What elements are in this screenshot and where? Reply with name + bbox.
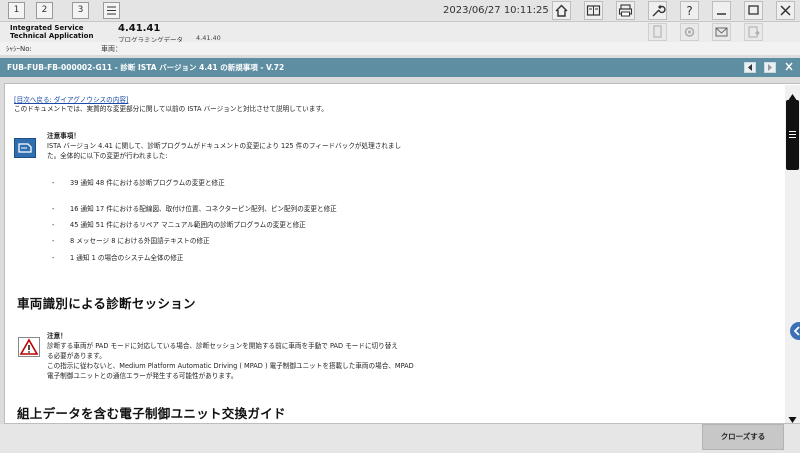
bullet-marker: - — [52, 179, 55, 187]
session-tab-2[interactable]: 2 — [36, 2, 53, 19]
previous-page-icon[interactable] — [744, 62, 756, 73]
intro-text: このドキュメントでは、実質的な変更部分に関して以前の ISTA バージョンと対比… — [14, 105, 328, 113]
note-text-line: た。全体的に以下の変更が行われました: — [47, 152, 168, 160]
vehicle-info-icon[interactable] — [584, 1, 603, 20]
document-title: FUB-FUB-FB-000002-G11 - 診断 ISTA バージョン 4.… — [7, 63, 285, 72]
app-header: Integrated Service Technical Application… — [0, 22, 800, 44]
info-note-icon — [14, 138, 36, 158]
maximize-icon[interactable] — [744, 1, 763, 20]
vehicle-label: 車両： — [101, 45, 122, 53]
vertical-scrollbar[interactable] — [785, 85, 800, 423]
warning-text-line: る必要があります。 — [47, 352, 106, 360]
bullet-marker: - — [52, 221, 55, 229]
chevron-left-icon — [793, 326, 800, 336]
gear-icon[interactable] — [680, 23, 699, 41]
mail-icon[interactable] — [712, 23, 731, 41]
note-text-line: ISTA バージョン 4.41 に関して、診断プログラムがドキュメントの変更によ… — [47, 142, 402, 150]
list-item: 8 メッセージ 8 における外国語テキストの修正 — [70, 237, 210, 245]
bullet-marker: - — [52, 254, 55, 262]
document-viewer[interactable]: [目次へ戻る: ダイアグノウシスの内容] このドキュメントでは、実質的な変更部分… — [4, 83, 800, 424]
chassis-number-label: ｼｬｼｰNo: — [6, 45, 32, 53]
warning-text-line: 電子制御ユニットとの通信エラーが発生する可能性があります。 — [47, 372, 238, 380]
app-name: Integrated Service Technical Application — [10, 24, 94, 40]
export-icon[interactable] — [744, 23, 763, 41]
datetime-display: 2023/06/27 10:11:25 — [443, 5, 549, 16]
session-tab-3[interactable]: 3 — [72, 2, 89, 19]
document-title-bar: FUB-FUB-FB-000002-G11 - 診断 ISTA バージョン 4.… — [0, 58, 800, 77]
warning-icon — [18, 337, 40, 357]
list-item: 45 通知 51 件におけるリペア マニュアル範囲内の診断プログラムの変更と修正 — [70, 221, 306, 229]
bullet-marker: - — [52, 237, 55, 245]
document-icon[interactable] — [648, 23, 667, 41]
vehicle-info-bar: ｼｬｼｰNo: 車両： — [0, 42, 800, 55]
warning-title: 注意！ — [47, 332, 67, 340]
print-icon[interactable] — [616, 1, 635, 20]
back-to-contents-link[interactable]: [目次へ戻る: ダイアグノウシスの内容] — [14, 96, 129, 105]
bullet-marker: - — [52, 205, 55, 213]
list-icon[interactable] — [103, 2, 120, 19]
section-heading: 組上データを含む電子制御ユニット交換ガイド — [17, 406, 286, 421]
note-title: 注意事項！ — [47, 132, 80, 140]
scroll-down-icon[interactable] — [787, 410, 798, 423]
help-icon[interactable]: ? — [680, 1, 699, 20]
close-button[interactable]: クローズする — [702, 424, 784, 450]
scroll-up-icon[interactable] — [787, 87, 798, 100]
warning-text-line: 診断する車両が PAD モードに対応している場合、診断セッションを開始する前に車… — [47, 342, 398, 350]
next-page-icon[interactable] — [764, 62, 776, 73]
list-item: 1 通知 1 の場合のシステム全体の修正 — [70, 254, 184, 262]
session-tab-1[interactable]: 1 — [8, 2, 25, 19]
minimize-icon[interactable] — [712, 1, 731, 20]
svg-text:?: ? — [686, 4, 692, 18]
close-window-icon[interactable] — [776, 1, 795, 20]
close-document-icon[interactable] — [784, 62, 796, 73]
section-heading: 車両識別による診断セッション — [17, 296, 196, 311]
warning-text-line: この指示に従わないと、Medium Platform Automatic Dri… — [47, 362, 414, 370]
app-version: 4.41.41 — [118, 23, 161, 34]
home-icon[interactable] — [552, 1, 571, 20]
programming-data-version: 4.41.40 — [196, 34, 221, 42]
list-item: 39 通知 48 件における診断プログラムの変更と修正 — [70, 179, 225, 187]
footer-bar: クローズする — [0, 424, 800, 453]
scrollbar-thumb[interactable] — [786, 100, 799, 170]
list-item: 16 通知 17 件における配線図、取付け位置、コネクターピン配列、ピン配列の変… — [70, 205, 337, 213]
wrench-icon[interactable] — [648, 1, 667, 20]
main-toolbar: 1 2 3 2023/06/27 10:11:25 ? — [0, 0, 800, 22]
